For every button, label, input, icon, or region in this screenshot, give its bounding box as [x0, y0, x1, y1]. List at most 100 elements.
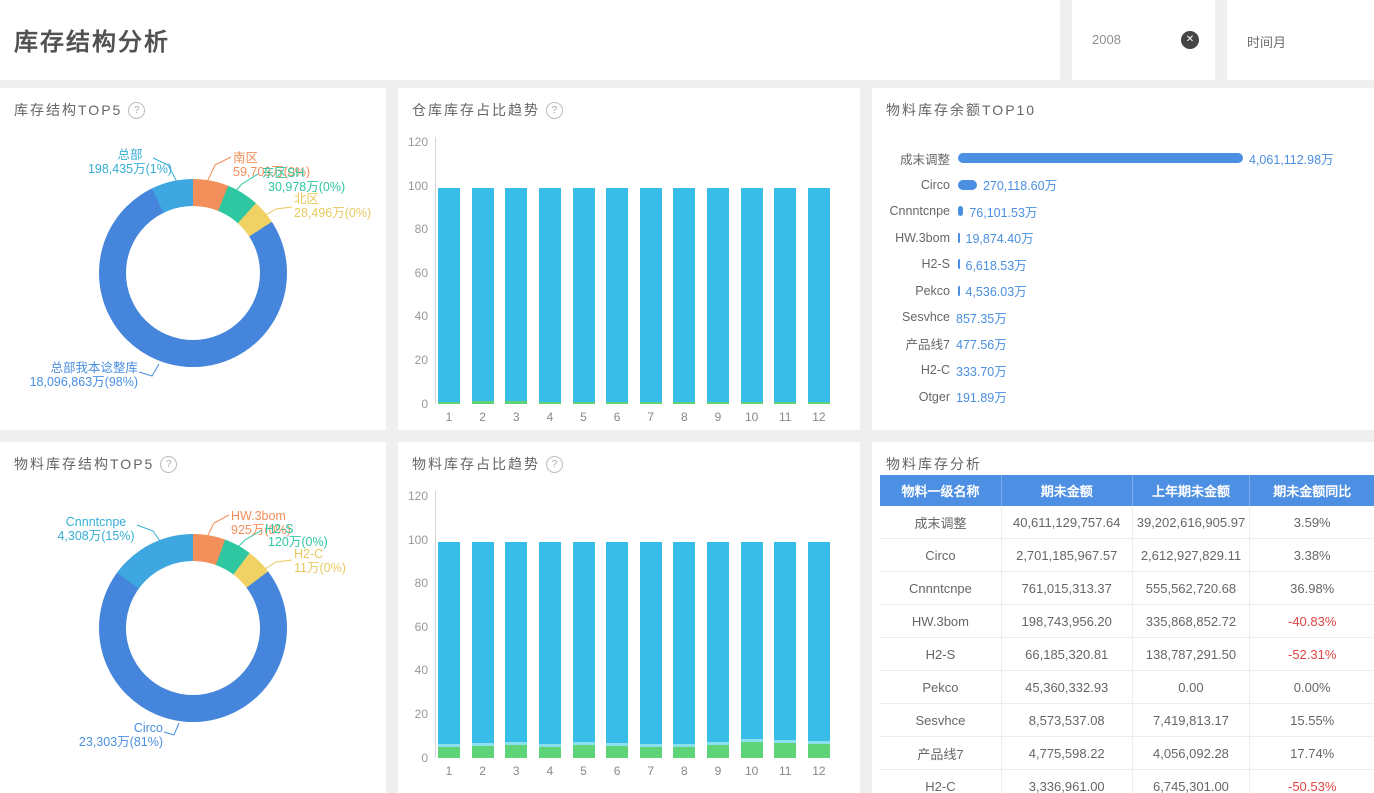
top10-row: Otger191.89万	[886, 384, 1366, 411]
bar-month-3[interactable]	[505, 188, 527, 404]
donut-chart[interactable]	[99, 534, 287, 722]
bar-segment	[472, 542, 494, 744]
table-cell: 39,202,616,905.97	[1132, 506, 1250, 539]
bar-segment	[472, 188, 494, 402]
table-cell: H2-S	[880, 638, 1001, 671]
slice-label: 北区 28,496万(0%)	[294, 192, 371, 220]
table-cell: 7,419,813.17	[1132, 704, 1250, 737]
column-header[interactable]: 上年期未金额	[1132, 475, 1250, 506]
bar-month-4[interactable]	[539, 542, 561, 758]
year-filter[interactable]: 2008 ✕	[1072, 0, 1215, 80]
bar-month-5[interactable]	[573, 188, 595, 404]
top10-item-name: Sesvhce	[886, 310, 950, 324]
bar-month-11[interactable]	[774, 542, 796, 758]
top10-item-name: Pekco	[886, 284, 950, 298]
bar-month-12[interactable]	[808, 542, 830, 758]
bar-segment	[707, 188, 729, 402]
donut-chart[interactable]	[99, 179, 287, 367]
y-tick-label: 100	[398, 179, 428, 193]
x-tick-label: 5	[573, 764, 595, 778]
dashboard-page: 库存结构分析 2008 ✕ 时间月 库存结构TOP5 ? 总部 198,435万…	[0, 0, 1374, 793]
top10-item-name: H2-S	[886, 257, 950, 271]
bar-month-3[interactable]	[505, 542, 527, 758]
column-header[interactable]: 期未金额	[1001, 475, 1132, 506]
table-cell: HW.3bom	[880, 605, 1001, 638]
top10-row: Sesvhce 857.35万	[886, 304, 1366, 331]
bar-month-2[interactable]	[472, 188, 494, 404]
top10-bar[interactable]	[958, 206, 963, 216]
y-tick-label: 60	[398, 266, 428, 280]
bar-month-2[interactable]	[472, 542, 494, 758]
bar-segment	[505, 188, 527, 402]
bar-month-10[interactable]	[741, 542, 763, 758]
table-cell: Cnnntcnpe	[880, 572, 1001, 605]
slice-label: 东区SH	[262, 166, 304, 180]
y-tick-label: 120	[398, 135, 428, 149]
y-tick-label: 60	[398, 620, 428, 634]
bar-segment	[808, 188, 830, 402]
help-icon[interactable]: ?	[546, 456, 563, 473]
help-icon[interactable]: ?	[546, 102, 563, 119]
help-icon[interactable]: ?	[160, 456, 177, 473]
bar-segment	[673, 542, 695, 745]
column-header[interactable]: 物料一级名称	[880, 475, 1001, 506]
bar-month-6[interactable]	[606, 542, 628, 758]
bar-month-1[interactable]	[438, 542, 460, 758]
top10-bar[interactable]	[958, 153, 1243, 163]
top10-item-value: 76,101.53万	[969, 202, 1037, 221]
bar-month-7[interactable]	[640, 188, 662, 404]
clear-filter-icon[interactable]: ✕	[1181, 31, 1199, 49]
table-cell: 产品线7	[880, 737, 1001, 770]
bar-segment	[606, 746, 628, 758]
top10-bar[interactable]	[958, 259, 960, 269]
table-cell: 6,745,301.00	[1132, 770, 1250, 793]
top10-item-value: 857.35万	[956, 308, 1007, 327]
top10-bar[interactable]	[958, 233, 960, 243]
bar-segment	[573, 188, 595, 402]
top10-item-value: 333.70万	[956, 361, 1007, 380]
bar-segment	[573, 542, 595, 742]
bar-segment	[774, 402, 796, 404]
bar-month-11[interactable]	[774, 188, 796, 404]
bar-segment	[640, 402, 662, 404]
bar-month-6[interactable]	[606, 188, 628, 404]
table-cell: 45,360,332.93	[1001, 671, 1132, 704]
top10-row: Circo270,118.60万	[886, 172, 1366, 199]
bar-month-7[interactable]	[640, 542, 662, 758]
table-cell: 2,612,927,829.11	[1132, 539, 1250, 572]
year-filter-value[interactable]: 2008	[1092, 32, 1121, 47]
bar-month-5[interactable]	[573, 542, 595, 758]
y-tick-label: 80	[398, 576, 428, 590]
y-tick-label: 80	[398, 222, 428, 236]
bar-month-8[interactable]	[673, 188, 695, 404]
bar-segment	[438, 402, 460, 404]
month-filter[interactable]: 时间月	[1227, 0, 1374, 80]
top10-bar[interactable]	[958, 286, 960, 296]
bar-month-1[interactable]	[438, 188, 460, 404]
column-header[interactable]: 期未金额同比	[1250, 475, 1374, 506]
top10-row: H2-S6,618.53万	[886, 251, 1366, 278]
slice-label: 总部我本谂整库 18,096,863万(98%)	[18, 361, 138, 389]
hbar-chart: 成末调整4,061,112.98万Circo270,118.60万Cnnntcn…	[886, 145, 1366, 410]
top10-bar[interactable]	[958, 180, 977, 190]
bar-segment	[438, 747, 460, 758]
x-tick-label: 10	[741, 410, 763, 424]
bar-month-8[interactable]	[673, 542, 695, 758]
top10-row: H2-C333.70万	[886, 357, 1366, 384]
table-cell: 3.38%	[1250, 539, 1374, 572]
table-cell: H2-C	[880, 770, 1001, 793]
bar-segment	[573, 745, 595, 758]
bar-month-12[interactable]	[808, 188, 830, 404]
help-icon[interactable]: ?	[128, 102, 145, 119]
bar-month-4[interactable]	[539, 188, 561, 404]
header-bar: 库存结构分析	[0, 0, 1060, 80]
analysis-table: 物料一级名称期未金额上年期未金额期未金额同比 成末调整40,611,129,75…	[880, 475, 1374, 793]
bar-month-9[interactable]	[707, 188, 729, 404]
bar-month-10[interactable]	[741, 188, 763, 404]
x-tick-label: 8	[673, 410, 695, 424]
panel-title: 物料库存分析	[886, 454, 982, 474]
bar-segment	[438, 542, 460, 745]
bar-month-9[interactable]	[707, 542, 729, 758]
table-cell: Sesvhce	[880, 704, 1001, 737]
bar-segment	[774, 743, 796, 758]
